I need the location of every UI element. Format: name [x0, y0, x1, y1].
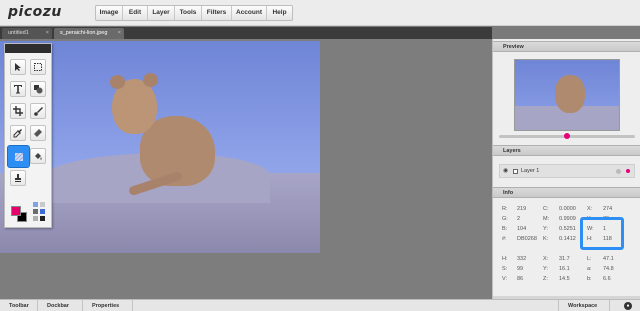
info-lab-l-label: L:	[587, 256, 592, 262]
info-sat-value: 99	[517, 266, 524, 272]
top-bar: picozu Image Edit Layer Tools Filters Ac…	[0, 0, 640, 26]
info-hex-label: #:	[502, 236, 507, 242]
info-xyz-z-label: Z:	[543, 276, 548, 282]
swatch-mini[interactable]	[33, 209, 38, 214]
info-panel-header[interactable]: Info	[493, 187, 640, 198]
info-x-value: 274	[603, 206, 613, 212]
toolbar-toggle-button[interactable]: Toolbar	[0, 300, 38, 311]
canvas-workspace[interactable]	[0, 39, 492, 299]
info-g-label: G:	[502, 216, 508, 222]
eye-icon[interactable]: ◉	[503, 165, 508, 177]
eyedropper-tool-icon[interactable]	[10, 125, 26, 141]
close-icon[interactable]: ×	[118, 28, 121, 39]
preview-cub	[555, 75, 585, 113]
info-y-label: Y:	[543, 226, 548, 232]
info-hex-value: DB0268	[517, 236, 537, 242]
swatch-mini[interactable]	[33, 202, 38, 207]
info-lab-a-value: 74.8	[603, 266, 614, 272]
info-c-label: C:	[543, 206, 549, 212]
info-xyz-y-value: 16.1	[559, 266, 570, 272]
info-val-label: V:	[502, 276, 507, 282]
tab-label: untitled1	[8, 30, 29, 36]
info-k-label: K:	[543, 236, 549, 242]
cub-ear	[143, 73, 158, 87]
info-xyz-y-label: Y:	[543, 266, 548, 272]
swatch-mini[interactable]	[33, 216, 38, 221]
menu-help[interactable]: Help	[267, 6, 292, 20]
layer-checkbox[interactable]	[513, 169, 518, 174]
info-lab-b-value: 6.6	[603, 276, 611, 282]
toolbox-header[interactable]	[5, 44, 51, 53]
eraser-tool-icon[interactable]	[30, 125, 46, 141]
menu-edit[interactable]: Edit	[123, 6, 148, 20]
preview-thumbnail[interactable]	[514, 59, 620, 131]
layer-name: Layer 1	[521, 168, 540, 174]
info-k-value: 0.1412	[559, 236, 576, 242]
crop-tool-icon[interactable]	[10, 103, 26, 119]
info-xyz-x-value: 31.7	[559, 256, 570, 262]
text-tool-icon[interactable]	[10, 81, 26, 97]
preview-panel-header[interactable]: Preview	[493, 41, 640, 52]
tab-untitled1[interactable]: untitled1 ×	[2, 28, 52, 39]
menu-image[interactable]: Image	[96, 6, 123, 20]
info-m-value: 0.9909	[559, 216, 576, 222]
info-sat-label: S:	[502, 266, 508, 272]
cub-ear	[110, 75, 125, 89]
info-xyz-z-value: 14.5	[559, 276, 570, 282]
info-r-value: 219	[517, 206, 527, 212]
close-icon[interactable]: ×	[46, 28, 49, 39]
settings-icon[interactable]: ●	[624, 302, 632, 310]
info-size-highlight	[580, 217, 624, 250]
menu-tools[interactable]: Tools	[175, 6, 202, 20]
bottom-bar: Toolbar Dockbar Properties Workspace ●	[0, 299, 640, 311]
properties-toggle-button[interactable]: Properties	[83, 300, 133, 311]
move-tool-icon[interactable]	[10, 59, 26, 75]
info-b-value: 104	[517, 226, 527, 232]
menu-layer[interactable]: Layer	[148, 6, 175, 20]
right-dock-panel: Preview Layers ◉ Layer 1 Info R: 219 G: …	[492, 39, 640, 299]
swatch-mini[interactable]	[40, 202, 45, 207]
swatch-mini[interactable]	[40, 209, 45, 214]
app-logo: picozu	[8, 4, 62, 20]
info-xyz-x-label: X:	[543, 256, 549, 262]
lock-icon[interactable]	[616, 169, 621, 174]
fill-tool-icon[interactable]	[30, 148, 46, 164]
tab-label: s_peraichi-lion.jpeg	[60, 30, 108, 36]
menu-account[interactable]: Account	[232, 6, 267, 20]
foreground-color-swatch[interactable]	[11, 206, 21, 216]
info-c-value: 0.0000	[559, 206, 576, 212]
info-hue-value: 332	[517, 256, 527, 262]
main-menu: Image Edit Layer Tools Filters Account H…	[95, 5, 293, 21]
info-hue-label: H:	[502, 256, 508, 262]
info-lab-b-label: b:	[587, 276, 592, 282]
info-y-value: 0.5251	[559, 226, 576, 232]
swatch-mini[interactable]	[40, 216, 45, 221]
info-b-label: B:	[502, 226, 508, 232]
workspace-button[interactable]: Workspace	[558, 300, 610, 311]
layer-row[interactable]: ◉ Layer 1	[499, 164, 635, 178]
toolbox	[4, 43, 52, 228]
tab-lion-jpeg[interactable]: s_peraichi-lion.jpeg ×	[54, 28, 124, 39]
info-x-label: X:	[587, 206, 593, 212]
marquee-tool-icon[interactable]	[30, 59, 46, 75]
brush-tool-icon[interactable]	[30, 103, 46, 119]
pattern-tool-icon[interactable]	[7, 145, 30, 168]
shape-tool-icon[interactable]	[30, 81, 46, 97]
info-g-value: 2	[517, 216, 521, 222]
info-m-label: M:	[543, 216, 550, 222]
info-r-label: R:	[502, 206, 508, 212]
layers-panel-header[interactable]: Layers	[493, 145, 640, 156]
layer-active-dot-icon	[626, 169, 630, 173]
zoom-slider-handle[interactable]	[564, 133, 570, 139]
info-val-value: 86	[517, 276, 524, 282]
info-lab-l-value: 47.1	[603, 256, 614, 262]
clone-stamp-tool-icon[interactable]	[10, 170, 26, 186]
document-tabs: untitled1 × s_peraichi-lion.jpeg ×	[0, 27, 492, 39]
menu-filters[interactable]: Filters	[202, 6, 232, 20]
dockbar-toggle-button[interactable]: Dockbar	[38, 300, 83, 311]
info-lab-a-label: a:	[587, 266, 592, 272]
